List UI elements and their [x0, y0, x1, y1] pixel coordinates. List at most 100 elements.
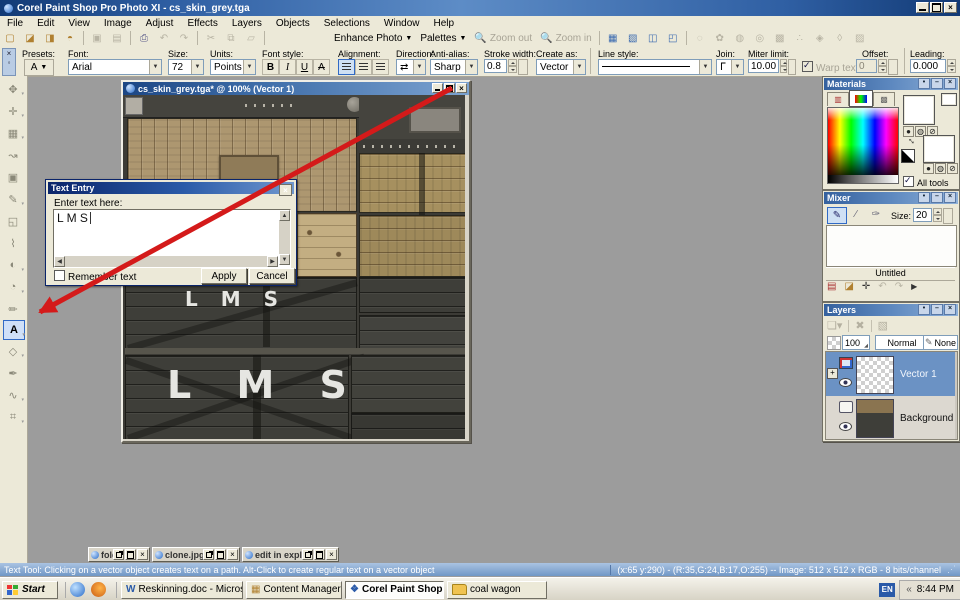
- selection-tool[interactable]: ▦▾: [3, 124, 23, 142]
- restore-icon[interactable]: [302, 549, 313, 560]
- quicklaunch-ie-icon[interactable]: [70, 582, 85, 597]
- quicklaunch-firefox-icon[interactable]: [91, 582, 106, 597]
- all-tools-checkbox[interactable]: All tools: [903, 176, 949, 188]
- pen-tool[interactable]: ✒: [3, 364, 23, 382]
- mixer-area[interactable]: [826, 225, 957, 267]
- direction-dropdown[interactable]: ⇄▼: [396, 59, 426, 75]
- miter-limit-spinner[interactable]: 10.00: [748, 59, 796, 73]
- colorize-button[interactable]: ◊: [831, 30, 849, 46]
- mixer-unmix-icon[interactable]: ↶: [878, 281, 886, 292]
- swap-bw-icon[interactable]: [901, 149, 915, 163]
- menu-effects[interactable]: Effects: [180, 17, 224, 30]
- task-content-manager[interactable]: ▦ Content Manager Plus: [246, 581, 342, 599]
- dialog-titlebar[interactable]: Text Entry ×: [48, 182, 294, 194]
- mixer-load-page-icon[interactable]: ◪: [844, 281, 853, 292]
- crop-tool[interactable]: ◱: [3, 212, 23, 230]
- doc-close-button[interactable]: ×: [456, 83, 467, 93]
- corner-swatch[interactable]: [941, 93, 957, 106]
- open-button[interactable]: ◪: [21, 30, 39, 46]
- task-reskinning-doc[interactable]: W Reskinning.doc - Microso...: [121, 581, 243, 599]
- visibility-icon[interactable]: [839, 422, 852, 431]
- underline-button[interactable]: U: [296, 59, 313, 75]
- font-combo[interactable]: Arial▼: [68, 59, 162, 75]
- mixer-menu-arrow-icon[interactable]: ▶: [911, 282, 917, 291]
- edit-script-button[interactable]: ◰: [664, 30, 682, 46]
- paste-button[interactable]: ▱: [242, 30, 260, 46]
- horizontal-scrollbar[interactable]: ◀ ▶: [54, 256, 278, 267]
- minimized-window-folder1[interactable]: folder1.jpg ... ×: [88, 547, 150, 562]
- mixer-dropper-button[interactable]: ✑: [867, 207, 885, 222]
- sharpen-button[interactable]: ∴: [791, 30, 809, 46]
- palette-handle[interactable]: ×◦: [2, 48, 16, 76]
- cancel-button[interactable]: Cancel: [249, 268, 295, 284]
- close-button[interactable]: ×: [944, 2, 957, 13]
- strikethrough-button[interactable]: A: [313, 59, 330, 75]
- clone-tool[interactable]: ◐▾: [3, 256, 23, 274]
- move-tool[interactable]: ✛▾: [3, 102, 23, 120]
- align-right-button[interactable]: [372, 59, 389, 75]
- maximize-icon[interactable]: [314, 549, 325, 560]
- units-combo[interactable]: Points▼: [210, 59, 256, 75]
- maximize-icon[interactable]: [215, 549, 226, 560]
- materials-tab-frame[interactable]: ▥: [827, 92, 849, 106]
- materials-tab-swatches[interactable]: ▩: [873, 92, 895, 106]
- join-dropdown[interactable]: ᒥ▼: [716, 59, 744, 75]
- create-as-combo[interactable]: Vector▼: [536, 59, 586, 75]
- materials-tab-rainbow[interactable]: [849, 90, 873, 107]
- zoom-in-button[interactable]: 🔍Zoom in: [536, 31, 596, 45]
- bg-color-button[interactable]: ●: [923, 163, 934, 174]
- remember-text-checkbox[interactable]: Remember text: [54, 270, 136, 283]
- doc-maximize-button[interactable]: [444, 83, 455, 93]
- menu-objects[interactable]: Objects: [269, 17, 317, 30]
- mesh-warp-tool[interactable]: ⌗▾: [3, 408, 23, 426]
- document-titlebar[interactable]: cs_skin_grey.tga* @ 100% (Vector 1) ×: [123, 82, 469, 95]
- menu-file[interactable]: File: [0, 17, 30, 30]
- dropper-tool[interactable]: ✎▾: [3, 190, 23, 208]
- task-coal-wagon[interactable]: coal wagon: [447, 581, 547, 599]
- tray-expand-icon[interactable]: «: [906, 584, 912, 595]
- line-style-combo[interactable]: ▼: [598, 59, 712, 75]
- task-paint-shop-pro[interactable]: ❖ Corel Paint Shop Pro ...: [345, 581, 444, 599]
- layer-row-background[interactable]: Background: [826, 396, 955, 439]
- mixer-size-spinner[interactable]: 20: [913, 208, 953, 222]
- mixer-minimize-icon[interactable]: –: [931, 192, 943, 203]
- close-icon[interactable]: ×: [137, 549, 148, 560]
- materials-minimize-icon[interactable]: –: [931, 78, 943, 89]
- delete-layer-icon[interactable]: ✖: [855, 319, 864, 332]
- background-swatch[interactable]: [923, 135, 955, 163]
- language-indicator[interactable]: EN: [879, 583, 895, 597]
- pan-tool[interactable]: ✥▾: [3, 80, 23, 98]
- frame-button[interactable]: ◎: [751, 30, 769, 46]
- bg-transparent-button[interactable]: ⊘: [947, 163, 958, 174]
- materials-pin-icon[interactable]: •: [918, 78, 930, 89]
- freehand-selection-tool[interactable]: ↝: [3, 146, 23, 164]
- cut-button[interactable]: ✂: [202, 30, 220, 46]
- visibility-icon[interactable]: [839, 378, 852, 387]
- straighten-tool[interactable]: ⌇: [3, 234, 23, 252]
- vertical-scrollbar[interactable]: ▲ ▼: [279, 210, 290, 265]
- expand-icon[interactable]: +: [827, 368, 838, 379]
- layers-pin-icon[interactable]: •: [918, 304, 930, 315]
- apply-button[interactable]: Apply: [201, 268, 247, 284]
- mixer-knife-button[interactable]: ∕: [847, 207, 865, 222]
- maximize-button[interactable]: [930, 2, 943, 13]
- save-button[interactable]: ▣: [88, 30, 106, 46]
- stroke-width-spinner[interactable]: 0.8: [484, 59, 528, 73]
- dialog-close-button[interactable]: ×: [279, 184, 292, 196]
- materials-titlebar[interactable]: Materials • – ×: [824, 78, 958, 90]
- zoom-out-button[interactable]: 🔍Zoom out: [470, 31, 536, 45]
- bg-gradient-button[interactable]: ◍: [935, 163, 946, 174]
- save-as-button[interactable]: ▤: [108, 30, 126, 46]
- app-titlebar[interactable]: Corel Paint Shop Pro Photo XI - cs_skin_…: [0, 0, 960, 16]
- close-icon[interactable]: ×: [326, 549, 337, 560]
- minimized-window-edit[interactable]: edit in explo... ×: [242, 547, 339, 562]
- layers-titlebar[interactable]: Layers • – ×: [824, 304, 958, 316]
- noise-button[interactable]: ▩: [771, 30, 789, 46]
- scan-button[interactable]: ◓: [61, 30, 79, 46]
- pause-script-button[interactable]: ◫: [644, 30, 662, 46]
- grayscale-strip[interactable]: [827, 175, 899, 184]
- minimize-button[interactable]: [916, 2, 929, 13]
- retouch-button[interactable]: ◍: [731, 30, 749, 46]
- undo-button[interactable]: ↶: [155, 30, 173, 46]
- italic-button[interactable]: I: [279, 59, 296, 75]
